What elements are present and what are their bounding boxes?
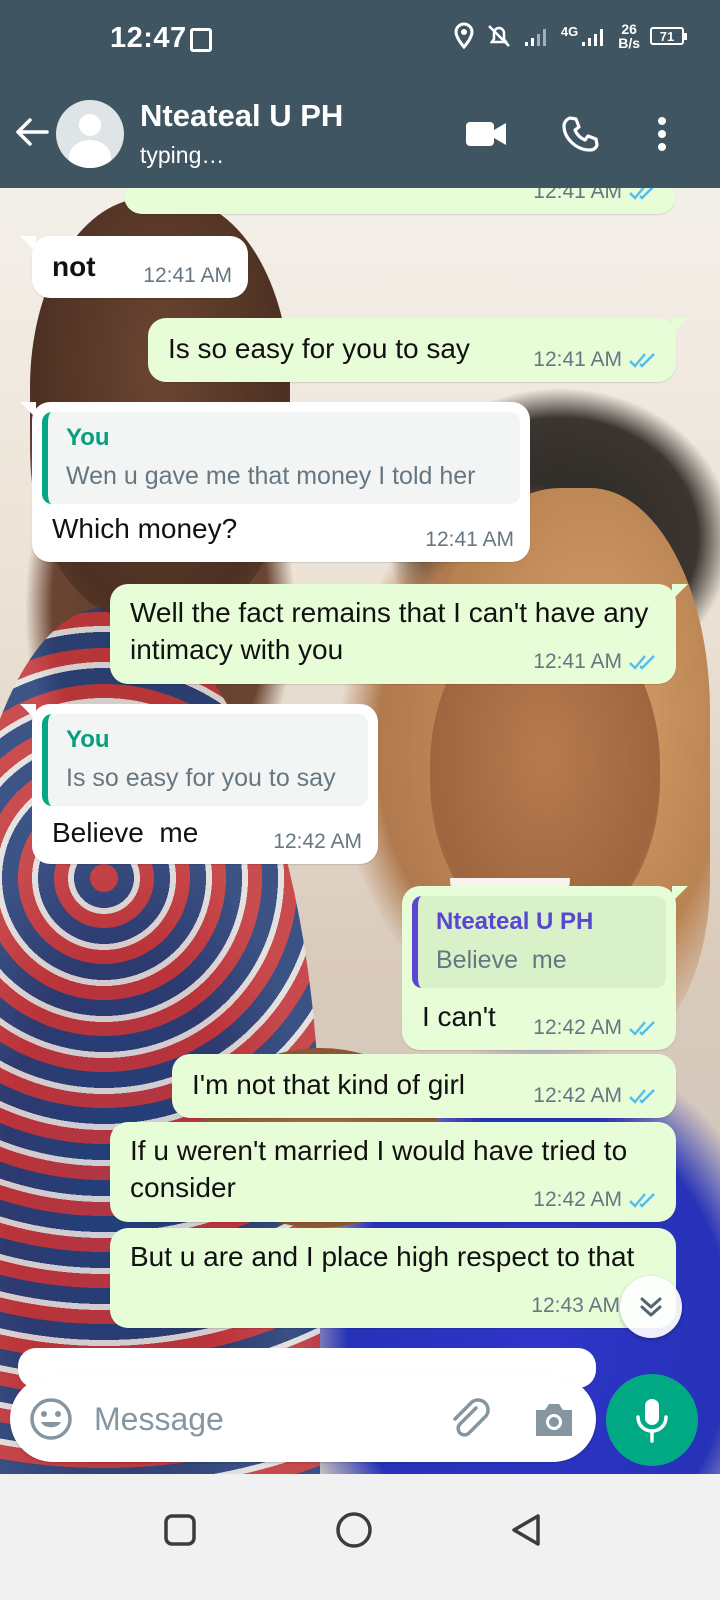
emoji-icon[interactable] xyxy=(28,1396,74,1442)
location-icon xyxy=(454,22,474,50)
message-time: 12:42 AM xyxy=(533,1016,622,1039)
battery-icon: 71 xyxy=(650,27,687,45)
message-meta: 12:41 AM xyxy=(425,528,514,552)
message-time: 12:42 AM xyxy=(533,1084,622,1107)
top-bar: 12:47 4G 26 B/s 71 Nteateal U PH typing… xyxy=(0,0,720,188)
video-call-icon xyxy=(466,122,506,146)
signal-icon-2 xyxy=(582,29,604,46)
message-time: 12:42 AM xyxy=(273,830,362,853)
back-button[interactable] xyxy=(12,110,52,154)
attach-icon[interactable] xyxy=(446,1396,494,1444)
message-text: Believe me xyxy=(52,817,199,848)
message-composer xyxy=(10,1376,596,1462)
scroll-to-bottom-button[interactable] xyxy=(620,1276,682,1338)
camera-icon[interactable] xyxy=(530,1396,578,1444)
back-arrow-icon xyxy=(16,118,49,146)
avatar[interactable] xyxy=(56,100,124,168)
message-time: 12:41 AM xyxy=(533,348,622,371)
chat-header: Nteateal U PH typing… xyxy=(0,80,720,188)
message-incoming[interactable]: not 12:41 AM xyxy=(20,236,248,298)
message-text: Is so easy for you to say xyxy=(168,333,470,364)
message-meta: 12:42 AM xyxy=(533,1188,660,1212)
read-ticks-icon xyxy=(629,353,655,368)
message-meta: 12:41 AM xyxy=(533,650,660,674)
quote-text: Believe me xyxy=(436,946,567,974)
sim-card-icon xyxy=(190,28,212,52)
home-icon xyxy=(336,1512,372,1548)
contact-name[interactable]: Nteateal U PH xyxy=(140,98,343,134)
microphone-icon xyxy=(636,1399,668,1443)
message-text: I'm not that kind of girl xyxy=(192,1069,466,1100)
recents-button[interactable] xyxy=(152,1502,208,1558)
status-time: 12:47 xyxy=(110,22,187,54)
home-button[interactable] xyxy=(326,1502,382,1558)
message-time: 12:41 AM xyxy=(533,650,622,673)
avatar-body xyxy=(69,140,111,168)
avatar-head xyxy=(79,114,101,136)
message-time: 12:41 AM xyxy=(425,528,514,551)
message-time: 12:42 AM xyxy=(533,1188,622,1211)
quoted-message[interactable]: You Wen u gave me that money I told her xyxy=(42,412,520,504)
system-navigation-bar xyxy=(0,1474,720,1600)
back-triangle-icon xyxy=(512,1514,540,1546)
message-text: But u are and I place high respect to th… xyxy=(130,1241,635,1272)
read-ticks-icon xyxy=(629,1021,655,1036)
status-icons: 4G 26 B/s 71 xyxy=(453,22,687,50)
message-outgoing[interactable]: Is so easy for you to say 12:41 AM xyxy=(148,318,688,382)
battery-level: 71 xyxy=(659,28,675,44)
quote-author: You xyxy=(66,424,110,451)
message-incoming-reply[interactable]: You Is so easy for you to say Believe me… xyxy=(20,704,378,864)
message-outgoing[interactable]: I'm not that kind of girl 12:42 AM xyxy=(172,1054,676,1118)
message-incoming-reply[interactable]: You Wen u gave me that money I told her … xyxy=(20,402,530,562)
quoted-message[interactable]: You Is so easy for you to say xyxy=(42,714,368,806)
message-outgoing[interactable]: But u are and I place high respect to th… xyxy=(110,1228,676,1328)
message-time: 12:41 AM xyxy=(143,264,232,287)
message-meta: 12:41 AM xyxy=(143,264,232,288)
contact-status: typing… xyxy=(140,142,225,168)
status-bar: 12:47 4G 26 B/s 71 xyxy=(0,0,720,80)
network-type: 4G xyxy=(560,23,579,39)
message-time: 12:43 AM xyxy=(531,1294,620,1317)
quote-text: Wen u gave me that money I told her xyxy=(66,462,476,490)
more-options-icon xyxy=(658,117,666,151)
double-chevron-down-icon xyxy=(640,1297,662,1317)
voice-message-button[interactable] xyxy=(606,1374,698,1466)
read-ticks-icon xyxy=(629,1193,655,1208)
quote-text: Is so easy for you to say xyxy=(66,764,336,792)
message-meta: 12:41 AM xyxy=(533,348,660,372)
message-text: Which money? xyxy=(52,513,238,544)
voice-call-icon xyxy=(562,116,599,152)
network-speed-unit: B/s xyxy=(618,35,640,51)
quote-author: Nteateal U PH xyxy=(436,908,594,935)
recents-icon xyxy=(164,1514,196,1546)
message-outgoing[interactable]: Well the fact remains that I can't have … xyxy=(110,584,688,684)
network-speed-value: 26 xyxy=(621,21,637,37)
message-outgoing-reply[interactable]: Nteateal U PH Believe me I can't 12:42 A… xyxy=(402,886,688,1050)
more-options-button[interactable] xyxy=(636,108,688,160)
signal-icon xyxy=(524,29,546,46)
message-text: not xyxy=(52,251,96,282)
network-speed: 26 B/s xyxy=(618,22,640,50)
message-text: I can't xyxy=(422,1001,496,1032)
back-nav-button[interactable] xyxy=(498,1502,554,1558)
message-meta: 12:42 AM xyxy=(533,1084,660,1108)
message-meta: 12:42 AM xyxy=(273,830,362,854)
quoted-message[interactable]: Nteateal U PH Believe me xyxy=(412,896,666,988)
message-input[interactable] xyxy=(94,1394,414,1444)
read-ticks-icon xyxy=(629,1089,655,1104)
read-ticks-icon xyxy=(629,655,655,670)
quote-author: You xyxy=(66,726,110,753)
video-call-button[interactable] xyxy=(460,108,512,160)
mute-bell-icon xyxy=(487,25,510,47)
voice-call-button[interactable] xyxy=(554,108,606,160)
message-meta: 12:43 AM xyxy=(531,1294,620,1318)
message-meta: 12:42 AM xyxy=(533,1016,660,1040)
message-outgoing[interactable]: If u weren't married I would have tried … xyxy=(110,1122,676,1222)
